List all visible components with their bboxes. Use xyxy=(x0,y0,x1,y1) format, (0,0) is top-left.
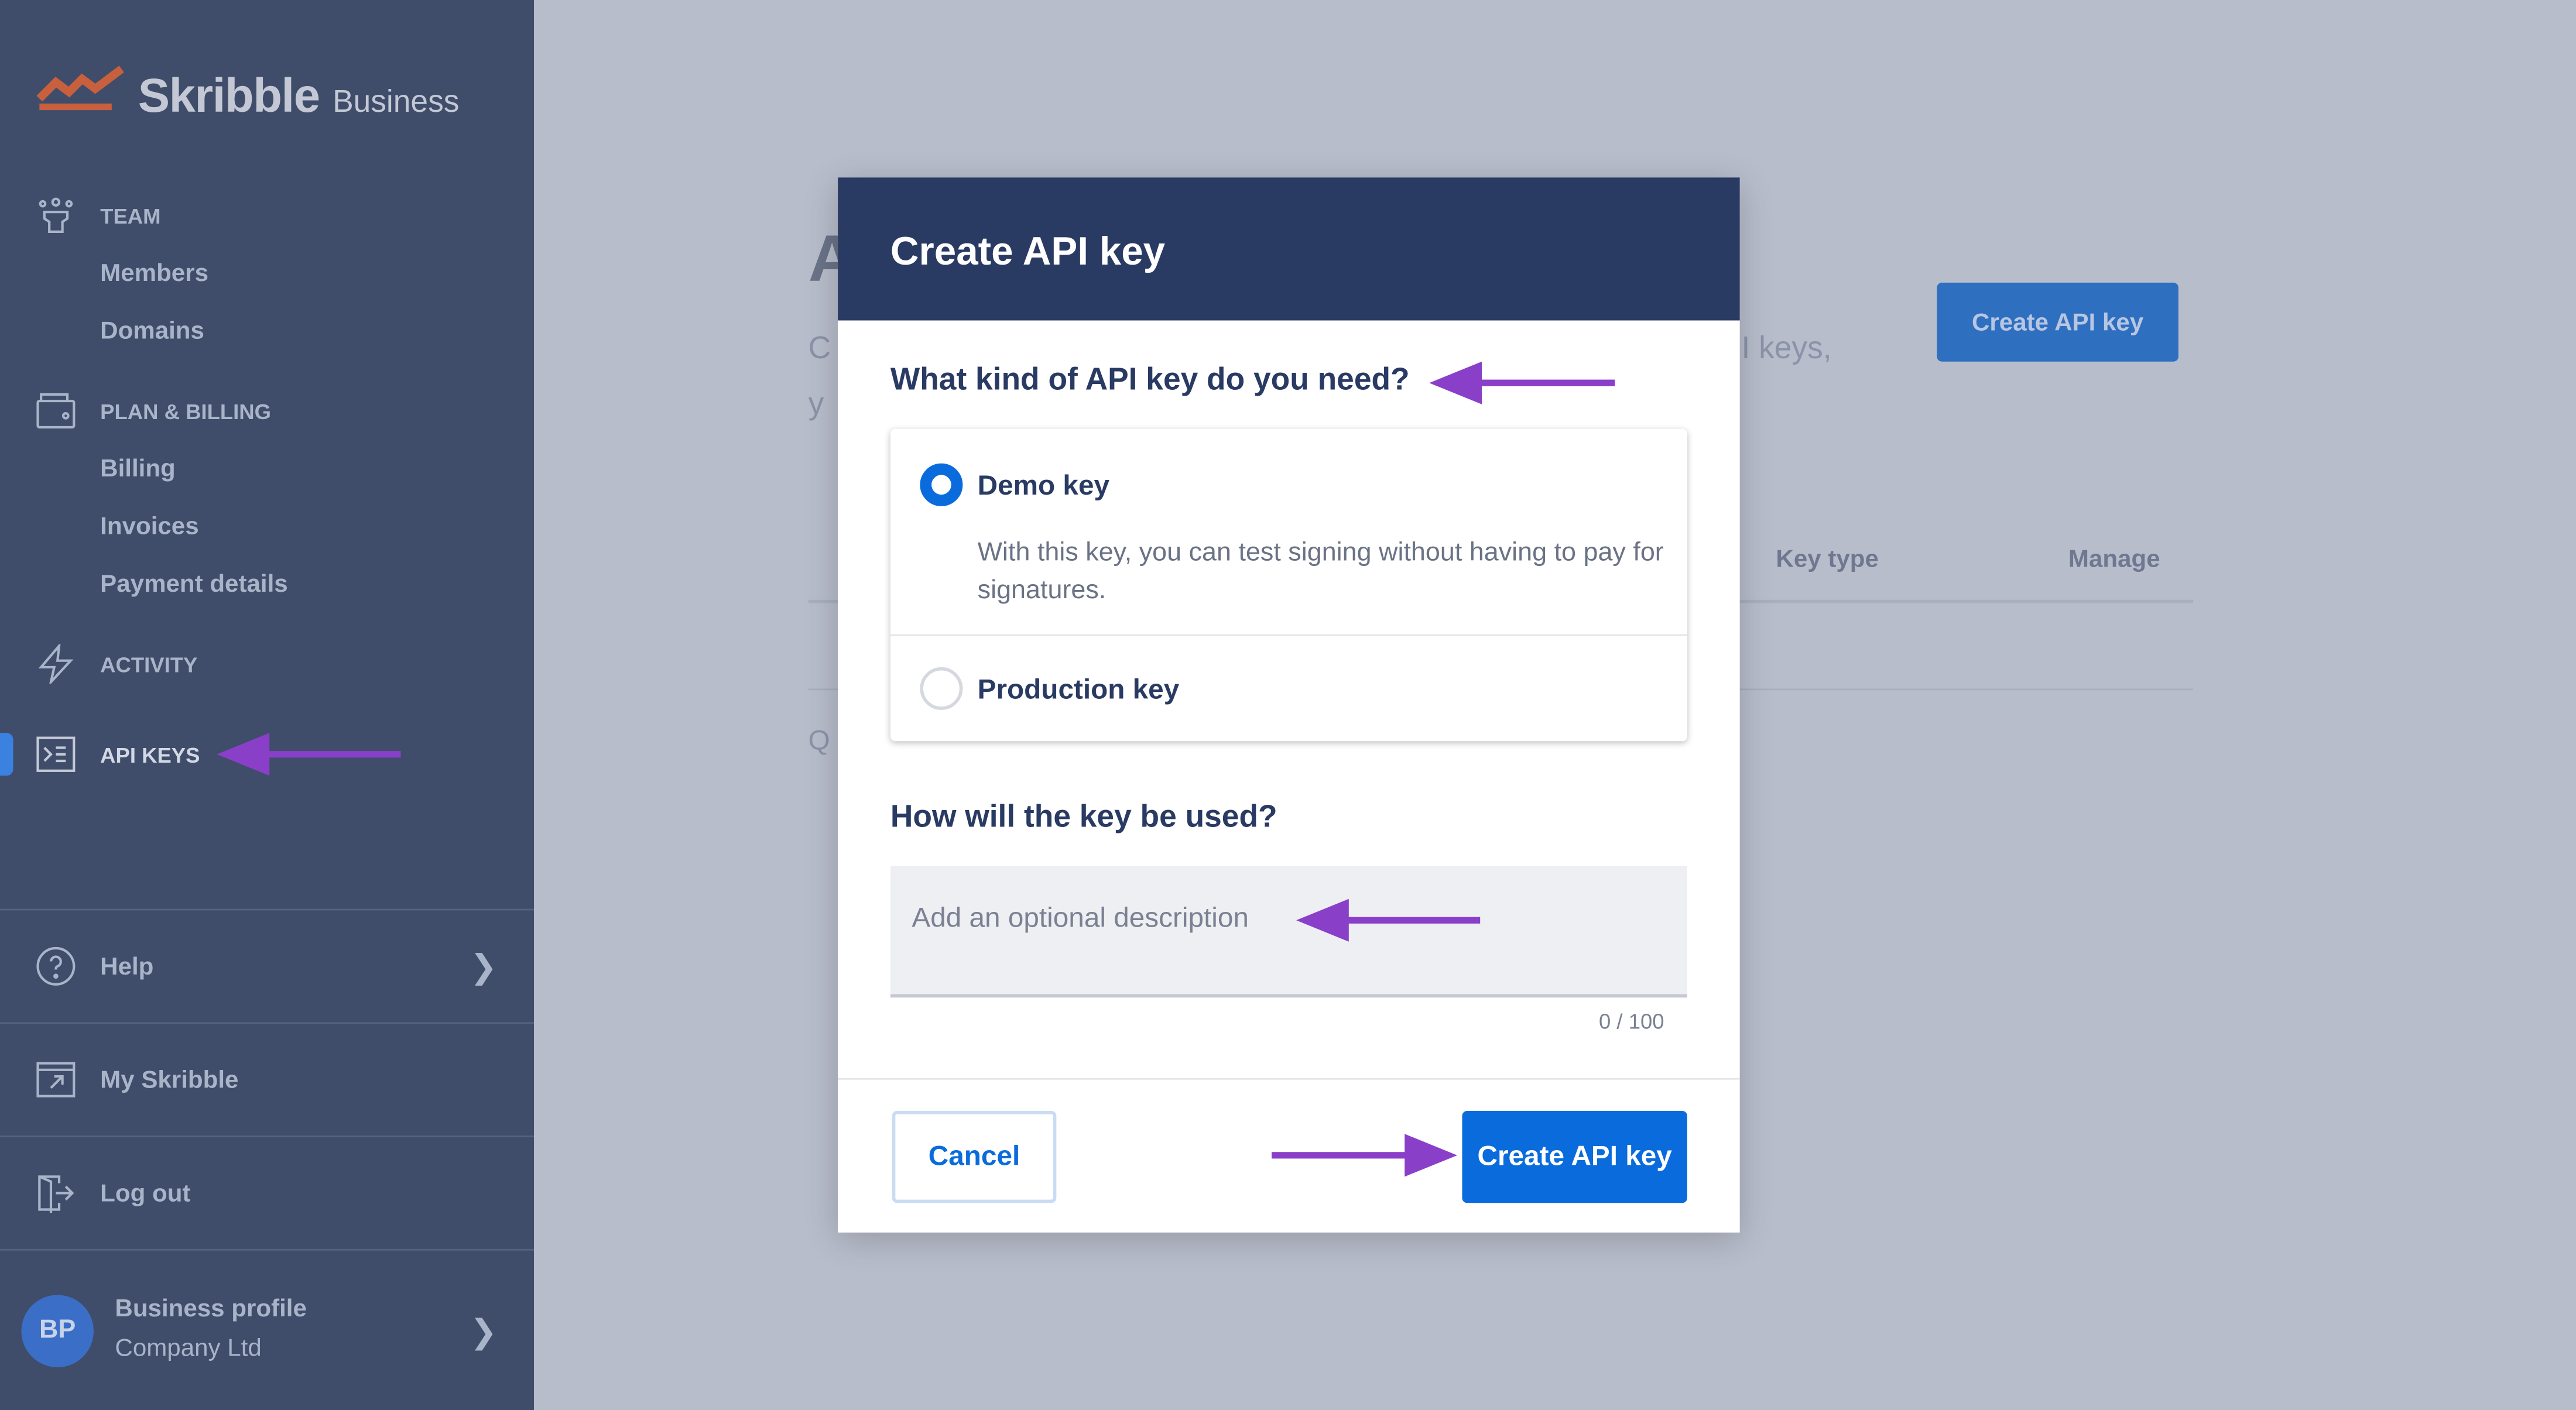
sidebar-section-api-keys[interactable]: API KEYS xyxy=(36,735,200,774)
radio-selected[interactable] xyxy=(920,463,963,506)
sidebar-section-team[interactable]: TEAM xyxy=(36,195,161,235)
cancel-button[interactable]: Cancel xyxy=(892,1111,1057,1203)
profile-company: Company Ltd xyxy=(115,1334,262,1363)
page-desc-fragment: y xyxy=(808,387,824,423)
char-count: 0 / 100 xyxy=(1599,1008,1664,1034)
page-desc-fragment: C xyxy=(808,332,831,367)
my-skribble-label: My Skribble xyxy=(100,1065,239,1094)
active-indicator xyxy=(0,733,13,776)
column-key-type: Key type xyxy=(1776,546,1879,574)
divider xyxy=(0,1022,534,1024)
chevron-right-icon[interactable]: ❯ xyxy=(470,1312,498,1353)
page-desc-fragment: I keys, xyxy=(1741,332,1832,367)
avatar[interactable]: BP xyxy=(21,1295,94,1368)
lightning-icon xyxy=(38,644,74,684)
annotation-arrow-icon xyxy=(1429,361,1615,404)
sidebar-item-billing[interactable]: Billing xyxy=(100,455,176,483)
option-label: Production key xyxy=(977,674,1180,705)
terminal-icon xyxy=(36,736,76,772)
chevron-right-icon[interactable]: ❯ xyxy=(470,946,498,987)
option-description: With this key, you can test signing with… xyxy=(977,538,1664,605)
sidebar-section-label: ACTIVITY xyxy=(100,651,198,677)
divider xyxy=(0,1248,534,1251)
divider xyxy=(0,908,534,911)
sidebar-item-members[interactable]: Members xyxy=(100,260,208,288)
external-link-icon xyxy=(36,1062,76,1097)
profile-name[interactable]: Business profile xyxy=(115,1295,306,1323)
help-label: Help xyxy=(100,952,154,980)
logo-name: Skribble xyxy=(138,70,320,123)
logo-suffix: Business xyxy=(333,85,460,120)
sidebar-section-activity[interactable]: ACTIVITY xyxy=(36,644,198,684)
sidebar-my-skribble[interactable]: My Skribble xyxy=(36,1060,239,1099)
key-type-question: What kind of API key do you need? xyxy=(890,363,1410,398)
create-api-key-dialog: Create API key What kind of API key do y… xyxy=(838,177,1740,1233)
radio-unselected[interactable] xyxy=(920,667,963,710)
divider xyxy=(838,1078,1740,1080)
dialog-title: Create API key xyxy=(838,177,1740,321)
description-input[interactable]: Add an optional description xyxy=(890,866,1687,998)
annotation-arrow-icon xyxy=(217,733,401,776)
sidebar: Skribble Business TEAM Members Domains P… xyxy=(0,0,534,1410)
sidebar-section-label: API KEYS xyxy=(100,742,200,767)
sidebar-logout[interactable]: Log out xyxy=(36,1174,191,1213)
annotation-arrow-icon xyxy=(1296,898,1481,942)
create-api-key-bg-button[interactable]: Create API key xyxy=(1937,282,2178,362)
sidebar-item-domains[interactable]: Domains xyxy=(100,317,204,345)
wallet-icon xyxy=(36,393,76,429)
key-type-options: Demo key With this key, you can test sig… xyxy=(890,429,1687,741)
create-api-key-button[interactable]: Create API key xyxy=(1462,1111,1687,1203)
team-icon xyxy=(39,197,73,233)
option-label: Demo key xyxy=(977,470,1110,502)
sidebar-item-invoices[interactable]: Invoices xyxy=(100,513,198,541)
column-manage: Manage xyxy=(2068,546,2160,574)
sidebar-section-label: PLAN & BILLING xyxy=(100,398,272,423)
option-production-key[interactable]: Production key xyxy=(890,637,1687,741)
divider xyxy=(0,1135,534,1137)
annotation-arrow-icon xyxy=(1271,1134,1458,1177)
logout-icon xyxy=(38,1175,74,1213)
logo-icon xyxy=(36,66,124,111)
bg-text-fragment: Q xyxy=(808,725,830,756)
sidebar-section-label: TEAM xyxy=(100,203,161,228)
sidebar-help[interactable]: Help xyxy=(36,946,154,986)
logo[interactable]: Skribble Business xyxy=(36,63,460,125)
logout-label: Log out xyxy=(100,1179,191,1207)
sidebar-item-payment-details[interactable]: Payment details xyxy=(100,570,288,598)
help-icon xyxy=(36,946,76,986)
sidebar-section-plan-billing[interactable]: PLAN & BILLING xyxy=(36,391,271,430)
usage-question: How will the key be used? xyxy=(890,800,1277,835)
option-demo-key[interactable]: Demo key With this key, you can test sig… xyxy=(890,429,1687,636)
